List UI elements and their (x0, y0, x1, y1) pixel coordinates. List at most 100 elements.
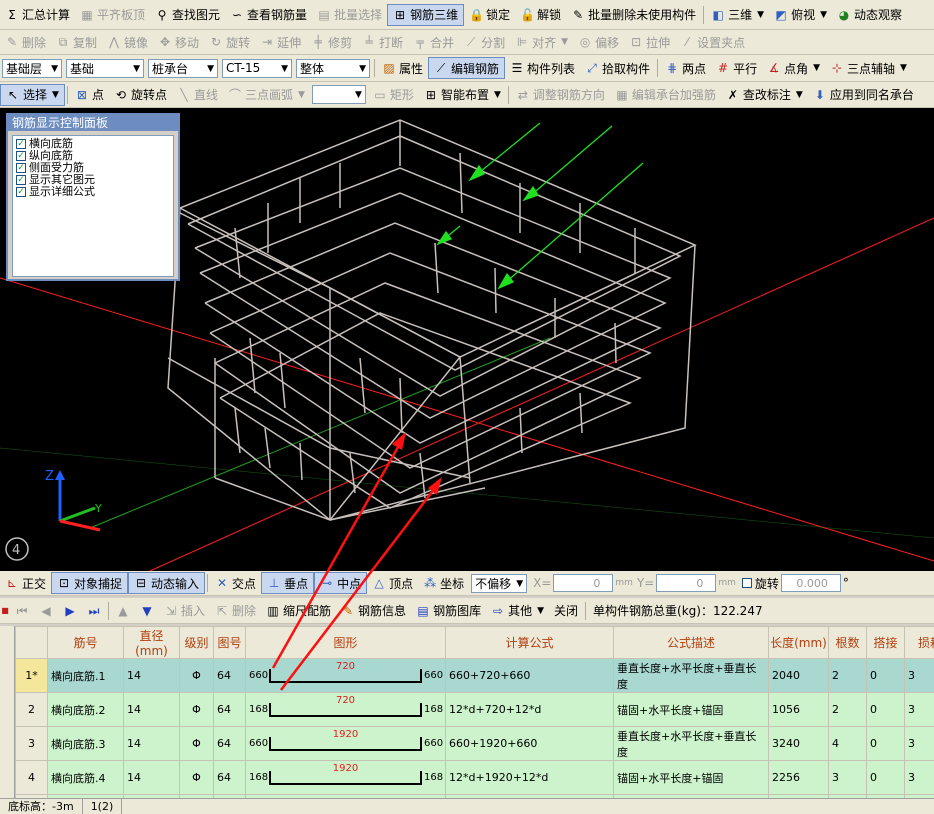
properties-button[interactable]: ▨ 属性 (377, 57, 428, 79)
prev-record-button[interactable]: ◀ (34, 600, 58, 622)
perpendicular-snap-button[interactable]: ⊥ 垂点 (261, 572, 315, 594)
column-header[interactable]: 直径(mm) (123, 626, 180, 659)
checkbox-checked-icon[interactable]: ✓ (16, 151, 26, 161)
ortho-button[interactable]: ⊾ 正交 (0, 572, 51, 594)
scope-select[interactable]: 整体 ▼ (296, 58, 370, 78)
three-point-arc-button[interactable]: ⌒ 三点画弧 ▼ (223, 84, 310, 106)
adjust-rebar-direction-button[interactable]: ⇄ 调整钢筋方向 (511, 84, 610, 106)
checkbox-checked-icon[interactable]: ✓ (16, 139, 26, 149)
checkbox-checked-icon[interactable]: ✓ (16, 163, 26, 173)
last-record-button[interactable]: ⏭ (82, 600, 106, 622)
find-element-button[interactable]: ⚲ 查找图元 (150, 4, 225, 26)
stretch-button[interactable]: ⊡ 拉伸 (624, 31, 675, 53)
split-button[interactable]: ⟋ 分割 (459, 31, 510, 53)
flush-slab-top-button[interactable]: ▦ 平齐板顶 (75, 4, 150, 26)
length-cell[interactable]: 3240 (768, 726, 829, 761)
floor-select[interactable]: 基础层 ▼ (2, 58, 62, 78)
lap-cell[interactable]: 0 (866, 726, 905, 761)
table-row[interactable]: 4 横向底筋.4 14 Φ 64 168 1920 168 12*d+1920+12*d 锚固+水… (15, 760, 934, 795)
panel-item[interactable]: ✓ 显示详细公式 (16, 186, 170, 198)
delete-button[interactable]: ✎ 删除 (0, 31, 51, 53)
lap-cell[interactable]: 0 (866, 760, 905, 795)
trim-button[interactable]: ╪ 修剪 (306, 31, 357, 53)
scale-rebar-button[interactable]: ▥ 缩尺配筋 (261, 600, 336, 622)
intersection-snap-button[interactable]: ✕ 交点 (210, 572, 261, 594)
count-cell[interactable]: 2 (828, 692, 867, 727)
loss-cell[interactable]: 3 (904, 726, 934, 761)
offset-button[interactable]: ◎ 偏移 (573, 31, 624, 53)
diameter-cell[interactable]: 14 (123, 658, 180, 693)
align-button[interactable]: ⊫ 对齐 ▼ (510, 31, 573, 53)
move-button[interactable]: ✥ 移动 (153, 31, 204, 53)
apply-same-name-button[interactable]: ⬇ 应用到同名承台 (808, 84, 919, 106)
close-panel-icon[interactable]: ■ (0, 604, 10, 618)
column-header[interactable]: 损耗 (904, 626, 934, 659)
rotate-input[interactable]: 0.000 (780, 574, 841, 592)
set-grip-button[interactable]: ⁄ 设置夹点 (675, 31, 750, 53)
column-header[interactable]: 图号 (213, 626, 246, 659)
row-number[interactable]: 1* (15, 658, 48, 693)
table-row[interactable]: 2 横向底筋.2 14 Φ 64 168 720 168 12*d+720+12*d 锚固+水平长… (15, 692, 934, 727)
merge-button[interactable]: ╤ 合并 (408, 31, 459, 53)
arc-option-select[interactable]: ▼ (311, 85, 366, 104)
midpoint-snap-button[interactable]: ⊸ 中点 (314, 572, 368, 594)
component-select[interactable]: CT-15 ▼ (222, 58, 292, 78)
break-button[interactable]: ╧ 打断 (357, 31, 408, 53)
column-header[interactable]: 级别 (179, 626, 214, 659)
diameter-cell[interactable]: 14 (123, 760, 180, 795)
dynamic-input-button[interactable]: ⊟ 动态输入 (128, 572, 206, 594)
rebar-3d-button[interactable]: ⊞ 钢筋三维 (387, 3, 465, 26)
length-cell[interactable]: 2040 (768, 658, 829, 693)
column-header[interactable]: 计算公式 (445, 626, 614, 659)
next-record-button[interactable]: ▶ (58, 600, 82, 622)
batch-select-button[interactable]: ▤ 批量选择 (312, 4, 387, 26)
copy-button[interactable]: ⧉ 复制 (51, 31, 102, 53)
rotate-point-button[interactable]: ⟲ 旋转点 (109, 84, 172, 106)
three-point-axis-button[interactable]: ⊹ 三点辅轴 ▼ (825, 57, 912, 79)
insert-button[interactable]: ⇲ 插入 (159, 600, 210, 622)
category-select[interactable]: 基础 ▼ (66, 58, 144, 78)
lap-cell[interactable]: 0 (866, 692, 905, 727)
rebar-name-cell[interactable]: 横向底筋.1 (47, 658, 124, 693)
other-button[interactable]: ⇨ 其他 ▼ (486, 600, 549, 622)
count-cell[interactable]: 3 (828, 760, 867, 795)
rebar-library-button[interactable]: ▤ 钢筋图库 (411, 600, 486, 622)
checkbox-checked-icon[interactable]: ✓ (16, 175, 26, 185)
move-up-button[interactable]: ▲ (111, 600, 135, 622)
count-cell[interactable]: 4 (828, 726, 867, 761)
first-record-button[interactable]: ⏮ (10, 600, 34, 622)
column-header[interactable]: 筋号 (47, 626, 124, 659)
grade-cell[interactable]: Φ (179, 692, 214, 727)
length-cell[interactable]: 2256 (768, 760, 829, 795)
pick-component-button[interactable]: ⤢ 拾取构件 (580, 57, 655, 79)
line-button[interactable]: ╲ 直线 (172, 84, 223, 106)
row-number[interactable]: 3 (15, 726, 48, 761)
point-button[interactable]: ⊠ 点 (70, 84, 109, 106)
grade-cell[interactable]: Φ (179, 658, 214, 693)
delete-row-button[interactable]: ⇱ 删除 (210, 600, 261, 622)
checkbox-checked-icon[interactable]: ✓ (16, 187, 26, 197)
formula-desc-cell[interactable]: 垂直长度+水平长度+垂直长度 (613, 658, 769, 693)
extend-button[interactable]: ⇥ 延伸 (255, 31, 306, 53)
figure-no-cell[interactable]: 64 (213, 692, 246, 727)
grade-cell[interactable]: Φ (179, 760, 214, 795)
column-header[interactable]: 根数 (828, 626, 867, 659)
object-snap-button[interactable]: ⊡ 对象捕捉 (51, 572, 129, 594)
top-view-button[interactable]: ◩ 俯视 ▼ (769, 4, 832, 26)
component-list-button[interactable]: ☰ 构件列表 (505, 57, 580, 79)
figure-no-cell[interactable]: 64 (213, 726, 246, 761)
lap-cell[interactable]: 0 (866, 658, 905, 693)
mirror-button[interactable]: ⋀ 镜像 (102, 31, 153, 53)
diameter-cell[interactable]: 14 (123, 692, 180, 727)
3d-view-button[interactable]: ◧ 三维 ▼ (706, 4, 769, 26)
formula-cell[interactable]: 12*d+720+12*d (445, 692, 614, 727)
figure-no-cell[interactable]: 64 (213, 658, 246, 693)
column-header[interactable]: 公式描述 (613, 626, 769, 659)
rebar-info-button[interactable]: ✎ 钢筋信息 (336, 600, 411, 622)
select-button[interactable]: ↖ 选择 ▼ (0, 83, 65, 106)
diameter-cell[interactable]: 14 (123, 726, 180, 761)
table-row[interactable]: 1* 横向底筋.1 14 Φ 64 660 720 660 660+720+660 垂直长度+水平… (15, 658, 934, 693)
formula-desc-cell[interactable]: 垂直长度+水平长度+垂直长度 (613, 726, 769, 761)
formula-cell[interactable]: 660+720+660 (445, 658, 614, 693)
column-header[interactable]: 搭接 (866, 626, 905, 659)
